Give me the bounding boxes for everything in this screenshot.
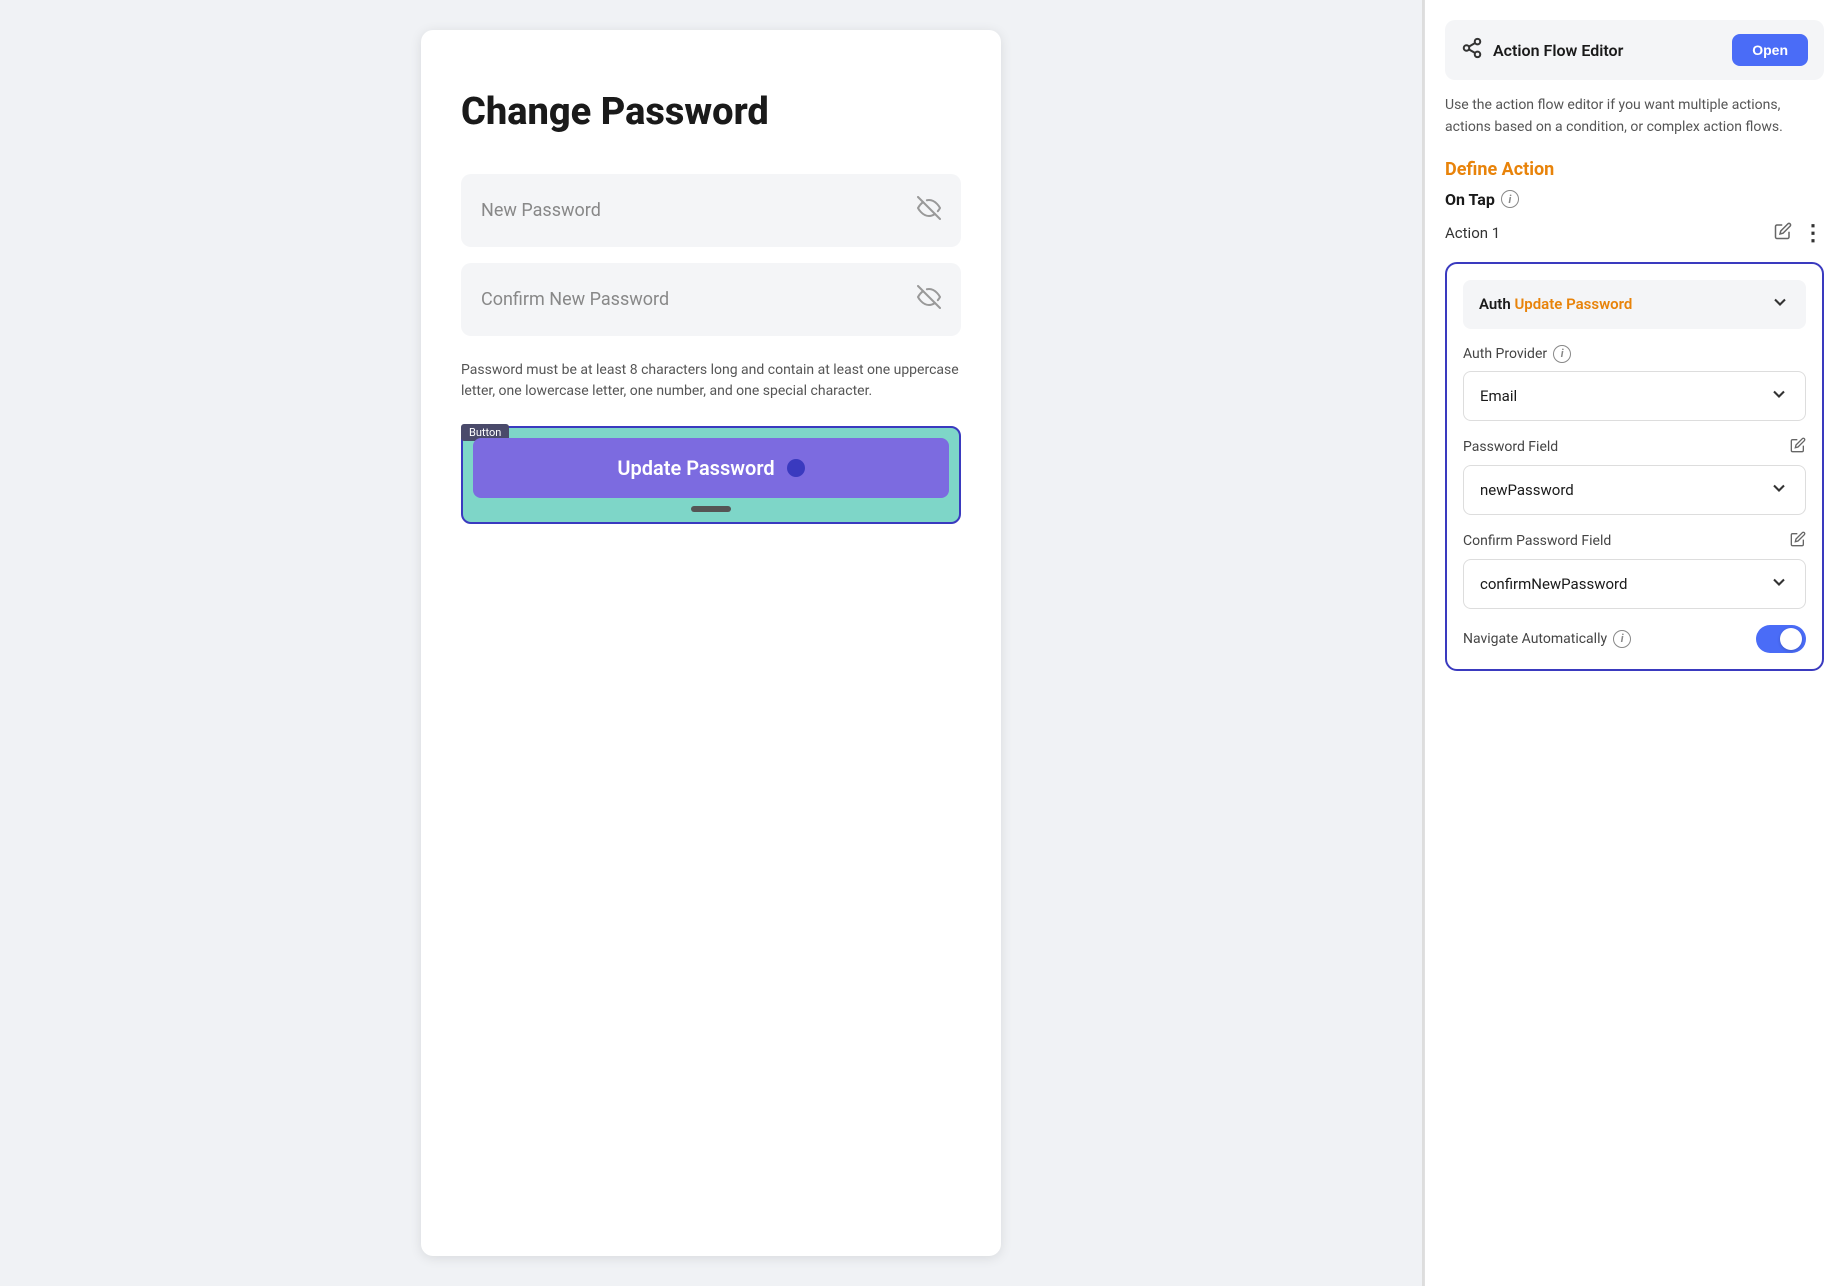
confirm-field-chevron <box>1769 572 1789 596</box>
on-tap-info-icon: i <box>1501 190 1519 208</box>
action-flow-header: Action Flow Editor Open <box>1445 20 1824 80</box>
action1-row: Action 1 ⋮ <box>1445 221 1824 254</box>
password-hint: Password must be at least 8 characters l… <box>461 360 961 402</box>
define-action-title: Define Action <box>1445 159 1824 180</box>
password-field-chevron <box>1769 478 1789 502</box>
eye-off-icon-2[interactable] <box>917 285 941 314</box>
edit-icon[interactable] <box>1774 222 1792 244</box>
on-tap-label: On Tap <box>1445 190 1495 209</box>
action-flow-title-text: Action Flow Editor <box>1493 41 1623 60</box>
navigate-automatically-toggle[interactable] <box>1756 625 1806 653</box>
auth-provider-selector[interactable]: Email <box>1463 371 1806 421</box>
update-button-container: Update Password <box>461 426 961 524</box>
main-container: Change Password New Password Confirm New… <box>0 0 1844 1286</box>
on-tap-row: On Tap i <box>1445 190 1824 209</box>
auth-update-password-selector[interactable]: Auth Update Password <box>1463 280 1806 329</box>
confirm-password-field-label-row: Confirm Password Field <box>1463 531 1806 551</box>
toggle-knob <box>1780 628 1802 650</box>
password-field-edit-icon[interactable] <box>1790 437 1806 457</box>
confirm-password-field[interactable]: Confirm New Password <box>461 263 961 336</box>
confirm-password-field-value: confirmNewPassword <box>1480 575 1627 593</box>
action-panel: Action Flow Editor Open Use the action f… <box>1424 0 1844 1286</box>
auth-provider-label: Auth Provider i <box>1463 345 1806 363</box>
action-config-box: Auth Update Password Auth Provider i Ema… <box>1445 262 1824 671</box>
auth-selector-chevron <box>1770 292 1790 317</box>
device-frame: Change Password New Password Confirm New… <box>421 30 1001 1256</box>
action-row-icons: ⋮ <box>1774 221 1824 246</box>
password-field-value: newPassword <box>1480 481 1574 499</box>
open-button[interactable]: Open <box>1732 34 1808 66</box>
new-password-placeholder: New Password <box>481 200 601 221</box>
action1-label: Action 1 <box>1445 224 1500 242</box>
password-field-label-row: Password Field <box>1463 437 1806 457</box>
navigate-info-icon: i <box>1613 630 1631 648</box>
preview-panel: Change Password New Password Confirm New… <box>0 0 1422 1286</box>
navigate-label: Navigate Automatically i <box>1463 630 1631 648</box>
auth-provider-chevron <box>1769 384 1789 408</box>
connector-dot <box>787 459 805 477</box>
navigate-automatically-row: Navigate Automatically i <box>1463 625 1806 653</box>
page-title: Change Password <box>461 90 961 134</box>
auth-provider-info-icon: i <box>1553 345 1571 363</box>
flow-icon <box>1461 37 1483 64</box>
update-password-button[interactable]: Update Password <box>473 438 949 498</box>
action-flow-title-group: Action Flow Editor <box>1461 37 1623 64</box>
password-field-selector[interactable]: newPassword <box>1463 465 1806 515</box>
update-button-text: Update Password <box>617 456 774 480</box>
new-password-field[interactable]: New Password <box>461 174 961 247</box>
auth-selector-label: Auth Update Password <box>1479 295 1632 313</box>
confirm-password-field-selector[interactable]: confirmNewPassword <box>1463 559 1806 609</box>
confirm-password-placeholder: Confirm New Password <box>481 289 669 310</box>
action-flow-description: Use the action flow editor if you want m… <box>1445 94 1824 139</box>
confirm-field-edit-icon[interactable] <box>1790 531 1806 551</box>
button-handle <box>691 506 731 512</box>
auth-action-text: Update Password <box>1514 295 1632 313</box>
eye-off-icon[interactable] <box>917 196 941 225</box>
button-wrapper: Button Update Password <box>461 426 961 524</box>
more-options-icon[interactable]: ⋮ <box>1802 221 1824 246</box>
auth-provider-value: Email <box>1480 387 1517 405</box>
